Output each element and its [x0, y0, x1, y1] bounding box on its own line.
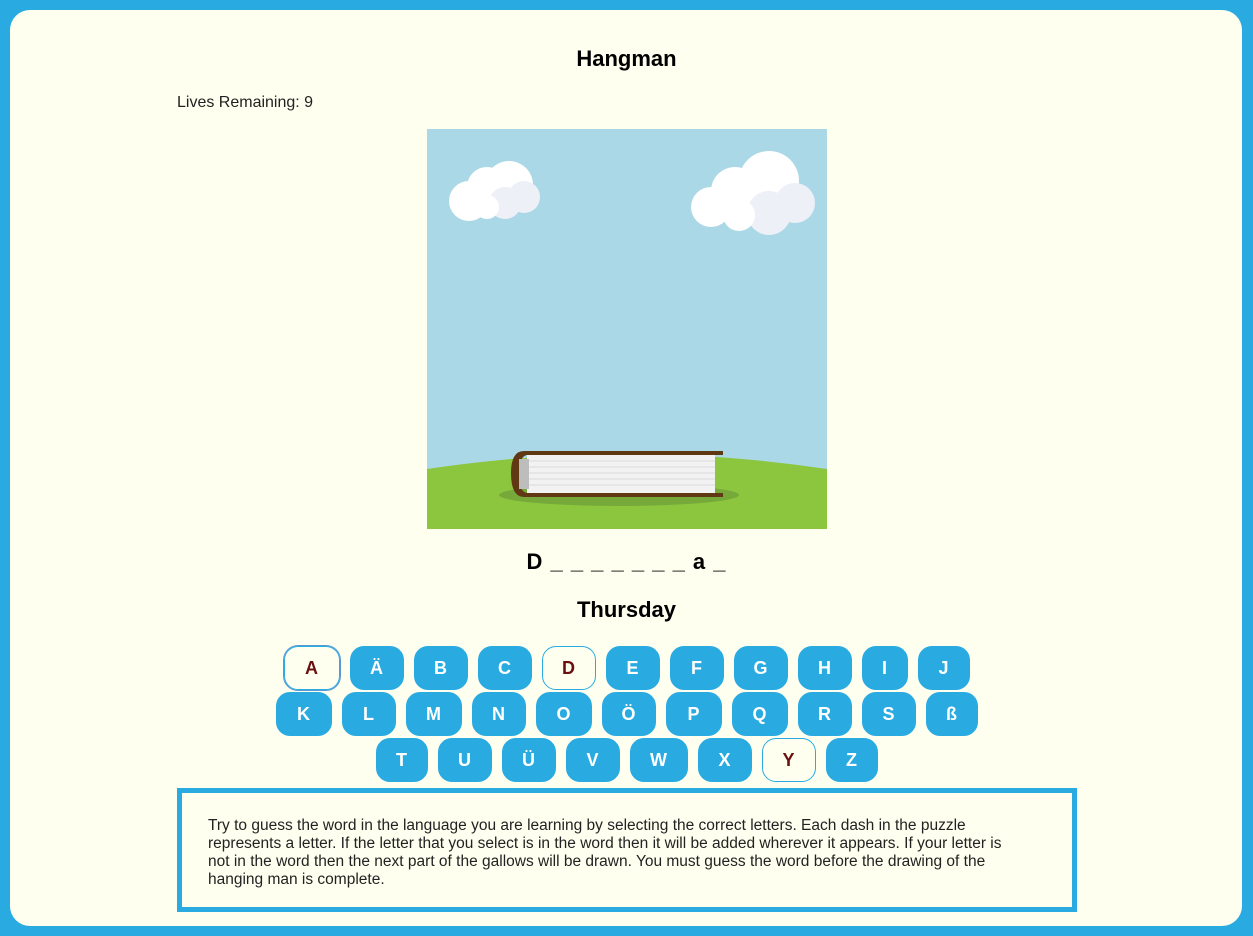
letter-key-M[interactable]: M [405, 692, 462, 736]
letter-key-G[interactable]: G [733, 646, 788, 690]
book-icon [511, 451, 723, 497]
keyboard-row-2: KLMNOÖPQRSß [0, 692, 1253, 736]
word-hint: Thursday [576, 597, 677, 622]
instructions-box: Try to guess the word in the language yo… [177, 788, 1077, 912]
letter-key-B[interactable]: B [413, 646, 468, 690]
lives-label: Lives Remaining: 9 [177, 94, 314, 111]
letter-key-W[interactable]: W [629, 738, 688, 782]
keyboard-row-1: AÄBCDEFGHIJ [0, 645, 1253, 691]
letter-key-K[interactable]: K [275, 692, 332, 736]
letter-key-L[interactable]: L [341, 692, 396, 736]
letter-key-V[interactable]: V [565, 738, 620, 782]
letter-key-F[interactable]: F [669, 646, 724, 690]
letter-key-U[interactable]: U [437, 738, 492, 782]
letter-key-H[interactable]: H [797, 646, 852, 690]
lives-remaining: Lives Remaining: 9 [177, 94, 313, 112]
letter-key-Ö[interactable]: Ö [601, 692, 656, 736]
letter-key-Ü[interactable]: Ü [501, 738, 556, 782]
hangman-scene [427, 129, 827, 529]
letter-key-S[interactable]: S [861, 692, 916, 736]
letter-key-Ä[interactable]: Ä [349, 646, 404, 690]
letter-key-R[interactable]: R [797, 692, 852, 736]
letter-key-Y[interactable]: Y [761, 738, 816, 782]
keyboard-row-3: TUÜVWXYZ [0, 738, 1253, 782]
letter-key-I[interactable]: I [861, 646, 908, 690]
letter-key-O[interactable]: O [535, 692, 592, 736]
letter-key-D[interactable]: D [541, 646, 596, 690]
letter-key-Q[interactable]: Q [731, 692, 788, 736]
letter-key-C[interactable]: C [477, 646, 532, 690]
instructions-text: Try to guess the word in the language yo… [208, 817, 1002, 888]
letter-key-E[interactable]: E [605, 646, 660, 690]
page-title: Hangman [576, 46, 677, 71]
letter-key-J[interactable]: J [917, 646, 970, 690]
letter-key-N[interactable]: N [471, 692, 526, 736]
letter-key-ß[interactable]: ß [925, 692, 978, 736]
word-puzzle: D _ _ _ _ _ _ _ a _ [526, 549, 727, 574]
letter-key-P[interactable]: P [665, 692, 722, 736]
letter-key-Z[interactable]: Z [825, 738, 878, 782]
letter-key-A[interactable]: A [282, 645, 341, 691]
letter-key-T[interactable]: T [375, 738, 428, 782]
letter-key-X[interactable]: X [697, 738, 752, 782]
